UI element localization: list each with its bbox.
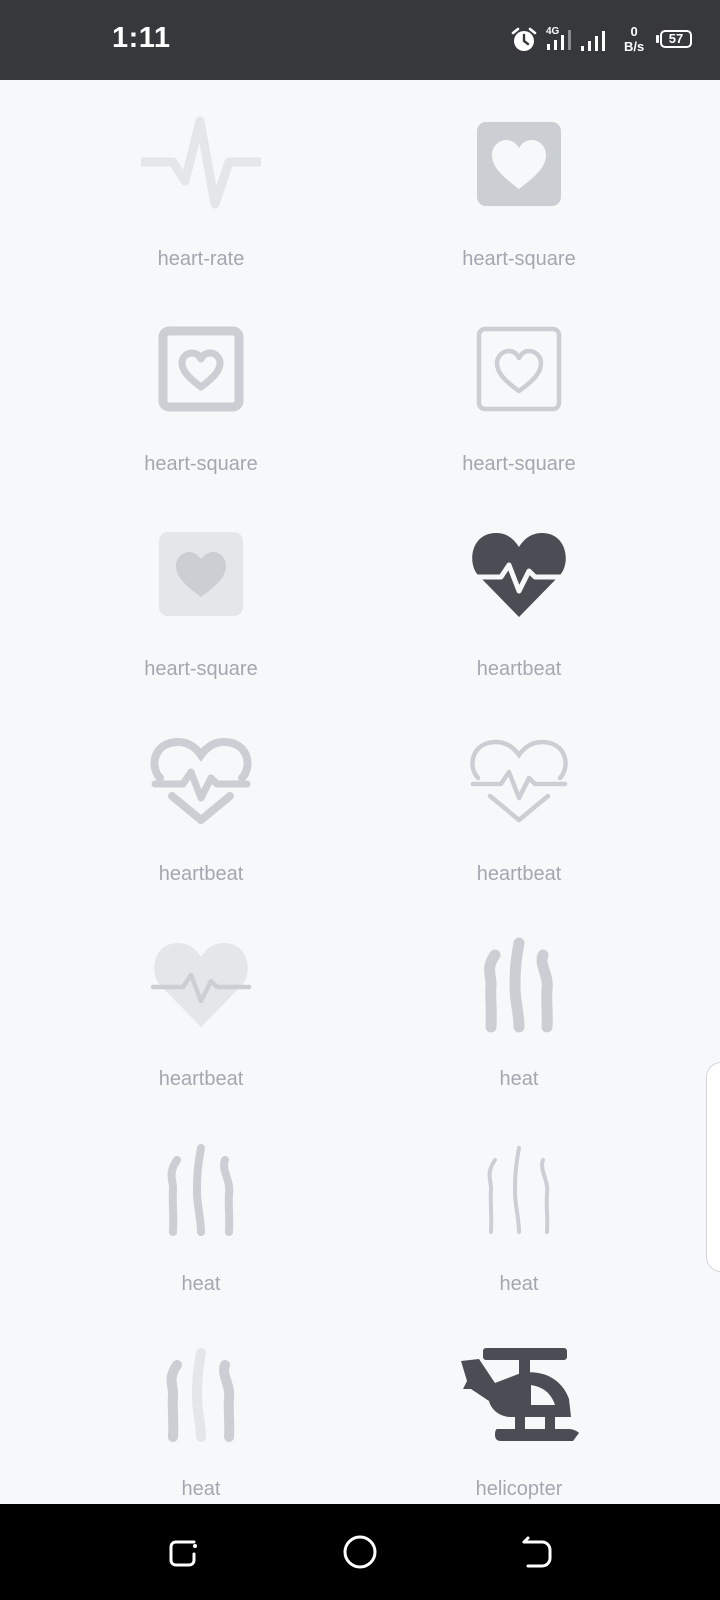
heat-icon — [484, 937, 553, 1033]
icon-label: heat — [499, 1068, 539, 1090]
icon-label: helicopter — [475, 1478, 563, 1500]
icon-label: heartbeat — [476, 863, 562, 885]
icon-tile[interactable]: heartbeat — [399, 700, 639, 905]
battery-nub — [656, 35, 659, 43]
heartbeat-icon — [468, 533, 570, 617]
icon-label: heartbeat — [476, 658, 562, 680]
icon-tile[interactable]: heat — [399, 1110, 639, 1315]
alarm-icon — [511, 27, 537, 51]
icon-label: heat — [181, 1478, 221, 1500]
heat-icon — [167, 1144, 234, 1236]
icon-label: heart-square — [462, 248, 576, 270]
icon-tile[interactable]: heartbeat — [81, 700, 321, 905]
heart-rate-icon — [141, 116, 261, 209]
navigation-bar — [0, 1504, 720, 1600]
icon-label: heart-rate — [157, 248, 245, 270]
net-speed-value: 0 — [630, 24, 638, 39]
heart-square-icon — [477, 122, 561, 206]
heartbeat-icon — [150, 943, 252, 1027]
back-button[interactable] — [516, 1532, 556, 1572]
network-speed: 0 B/s — [624, 24, 644, 54]
signal-icon — [581, 31, 605, 51]
heart-square-icon — [476, 326, 562, 412]
battery-icon: 57 — [660, 30, 692, 48]
status-bar: 1:11 4G 0 B/s 57 — [0, 0, 720, 80]
icon-tile[interactable]: heartbeat — [81, 905, 321, 1110]
icon-tile[interactable]: heart-square — [399, 290, 639, 495]
icon-tile[interactable]: heart-rate — [81, 85, 321, 290]
fast-scroll-handle[interactable] — [706, 1062, 720, 1272]
icon-label: heart-square — [462, 453, 576, 475]
icon-tile[interactable]: helicopter — [399, 1315, 639, 1504]
icon-label: heart-square — [144, 453, 258, 475]
battery-level: 57 — [668, 31, 684, 46]
icon-label: heat — [499, 1273, 539, 1295]
network-type-label: 4G — [546, 26, 560, 37]
icon-tile[interactable]: heart-square — [81, 290, 321, 495]
icon-label: heartbeat — [158, 863, 244, 885]
heat-icon — [487, 1146, 550, 1234]
icon-tile[interactable]: heart-square — [81, 495, 321, 700]
heartbeat-icon — [470, 739, 568, 823]
heartbeat-icon — [150, 737, 252, 824]
icon-tile[interactable]: heat — [81, 1110, 321, 1315]
helicopter-icon — [461, 1348, 579, 1441]
icon-tile[interactable]: heat — [399, 905, 639, 1110]
home-button[interactable] — [340, 1532, 380, 1572]
heart-square-icon — [158, 326, 244, 412]
heart-square-icon — [159, 532, 243, 616]
icon-label: heat — [181, 1273, 221, 1295]
recent-apps-button[interactable] — [164, 1532, 204, 1572]
icon-tile[interactable]: heartbeat — [399, 495, 639, 700]
icon-label: heart-square — [144, 658, 258, 680]
status-time: 1:11 — [112, 22, 171, 54]
icon-grid[interactable]: heart-rate heart-square heart-square hea… — [0, 80, 720, 1504]
icon-tile[interactable]: heart-square — [399, 85, 639, 290]
signal-4g-icon: 4G — [546, 26, 571, 50]
icon-tile[interactable]: heat — [81, 1315, 321, 1504]
icon-label: heartbeat — [158, 1068, 244, 1090]
net-speed-unit: B/s — [624, 39, 645, 54]
heat-icon — [166, 1348, 235, 1442]
